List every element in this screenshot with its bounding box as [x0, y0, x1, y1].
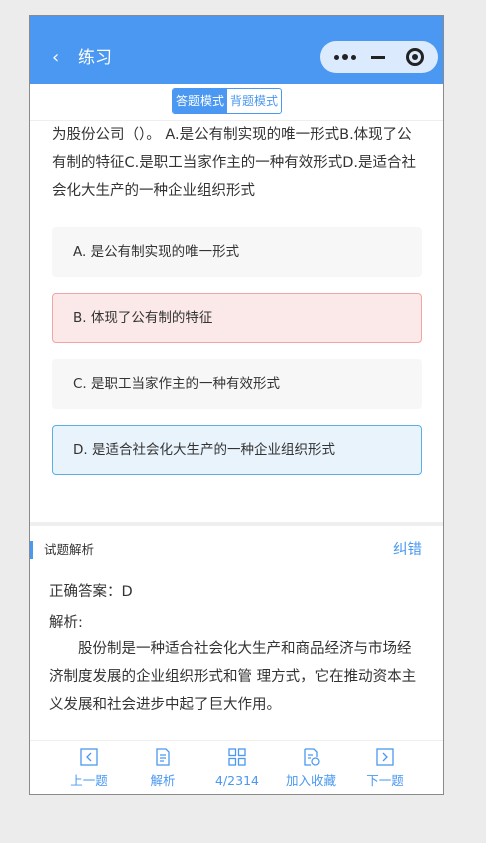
question-grid-button[interactable]: 4/2314: [205, 747, 269, 791]
target-icon[interactable]: [406, 48, 424, 66]
prev-question-button[interactable]: 上一题: [57, 747, 121, 791]
option-a[interactable]: A. 是公有制实现的唯一形式: [52, 227, 422, 277]
navigation-bar: ‹ 练习: [30, 16, 443, 84]
correct-answer: 正确答案：D: [49, 584, 133, 600]
document-icon: [156, 748, 170, 766]
question-progress: 4/2314: [215, 773, 259, 788]
chevron-left-box-icon: [80, 748, 98, 766]
section-accent-bar: [30, 541, 33, 559]
option-c[interactable]: C. 是职工当家作主的一种有效形式: [52, 359, 422, 409]
explanation-label: 解析:: [49, 615, 83, 631]
analysis-button[interactable]: 解析: [131, 747, 195, 791]
mode-bar: 答题模式 背题模式: [30, 84, 443, 121]
grid-icon: [228, 748, 246, 766]
prev-question-label: 上一题: [70, 773, 108, 788]
app-screen: ‹ 练习 答题模式 背题模式 为股份公司（）。 A.是公有制实现的唯一形式B.体…: [29, 15, 444, 795]
bottom-toolbar: 上一题 解析 4/2314 加入收藏 下一题: [30, 740, 443, 794]
page-title: 练习: [78, 48, 112, 68]
recite-mode-tab[interactable]: 背题模式: [227, 89, 281, 113]
report-error-link[interactable]: 纠错: [393, 538, 422, 562]
section-divider: [30, 522, 443, 526]
explanation-text: 股份制是一种适合社会化大生产和商品经济与市场经济制度发展的企业组织形式和管 理方…: [49, 641, 417, 713]
add-favorite-button[interactable]: 加入收藏: [279, 747, 343, 791]
analysis-section-title: 试题解析: [44, 542, 95, 557]
mode-switch: 答题模式 背题模式: [172, 88, 283, 114]
minus-icon[interactable]: [371, 56, 385, 59]
chevron-right-box-icon: [376, 748, 394, 766]
mini-program-capsule: [320, 41, 438, 73]
question-text: 为股份公司（）。 A.是公有制实现的唯一形式B.体现了公有制的特征C.是职工当家…: [52, 127, 417, 199]
analysis-label: 解析: [150, 773, 176, 788]
answer-mode-tab[interactable]: 答题模式: [173, 89, 228, 113]
option-b[interactable]: B. 体现了公有制的特征: [52, 293, 422, 343]
favorite-doc-icon: [304, 748, 320, 766]
add-favorite-label: 加入收藏: [285, 773, 336, 788]
next-question-button[interactable]: 下一题: [353, 747, 417, 791]
more-dots-icon[interactable]: [332, 41, 358, 73]
option-d[interactable]: D. 是适合社会化大生产的一种企业组织形式: [52, 425, 422, 475]
back-icon[interactable]: ‹: [52, 46, 59, 70]
next-question-label: 下一题: [366, 773, 404, 788]
